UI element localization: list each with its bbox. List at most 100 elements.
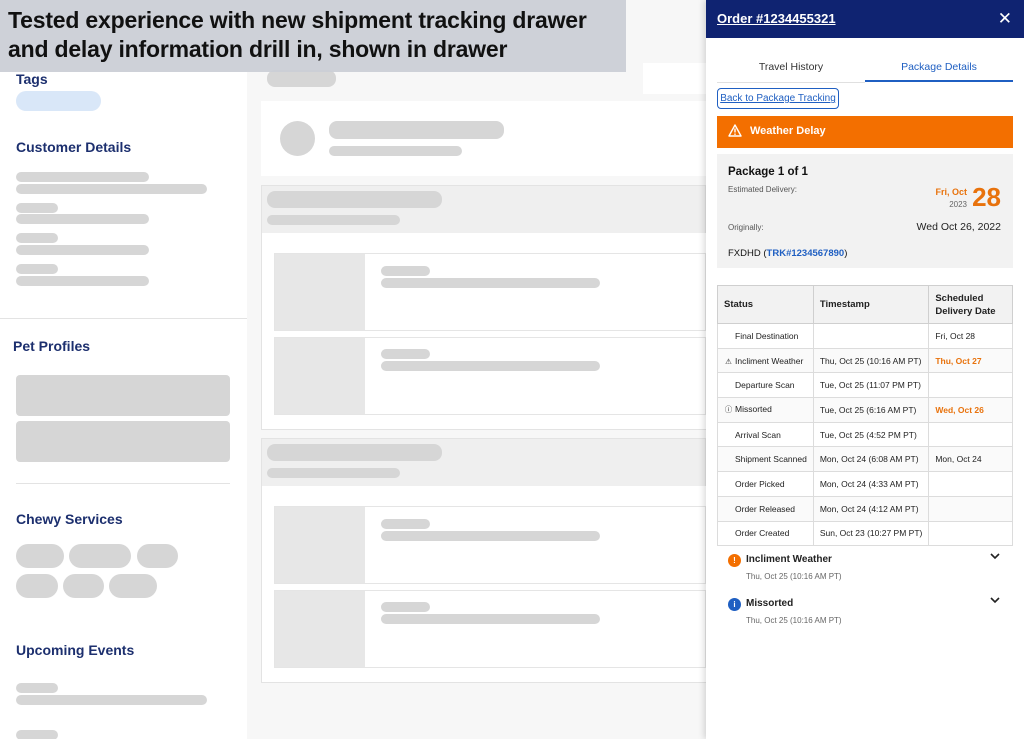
accordion-timestamp: Thu, Oct 25 (10:16 AM PT) (746, 572, 842, 581)
status-cell: Final Destination (717, 323, 814, 349)
timestamp-cell: Sun, Oct 23 (10:27 PM PT) (812, 520, 930, 547)
timestamp-cell: Tue, Oct 25 (4:52 PM PT) (812, 421, 930, 448)
skeleton-line (381, 266, 430, 276)
accordion-title: Incliment Weather (746, 554, 832, 565)
skeleton-line (329, 146, 462, 156)
status-text: Order Released (735, 503, 796, 514)
skeleton-line (381, 531, 600, 541)
item-image-placeholder (275, 254, 365, 330)
weather-delay-alert[interactable]: Weather Delay (717, 116, 1013, 148)
skeleton-line (16, 214, 149, 224)
service-chip-placeholder[interactable] (137, 544, 178, 568)
status-cell: Departure Scan (717, 372, 814, 399)
scheduled-date-cell: Fri, Oct 28 (928, 323, 1013, 349)
customer-details-title: Customer Details (16, 139, 132, 155)
service-chip-placeholder[interactable] (109, 574, 157, 598)
table-row: Order Created Sun, Oct 23 (10:27 PM PT) (717, 520, 1013, 547)
annotation-banner: Tested experience with new shipment trac… (0, 0, 626, 72)
left-sidebar: Tags Customer Details Pet Profiles Chewy… (0, 0, 247, 739)
estimated-delivery-year: 2023 (949, 200, 967, 209)
tags-title: Tags (16, 71, 48, 87)
warning-triangle-icon: ! (728, 554, 741, 567)
column-header-timestamp: Timestamp (812, 285, 930, 324)
skeleton-line (381, 278, 600, 288)
chevron-down-icon[interactable] (990, 596, 1000, 607)
status-cell: Order Released (717, 495, 814, 522)
table-row: ⚠ Incliment Weather Thu, Oct 25 (10:16 AM … (717, 347, 1013, 374)
status-cell: ⓘ Missorted (717, 397, 814, 423)
scheduled-date-cell (928, 520, 1013, 547)
delay-accordion[interactable]: i Missorted Thu, Oct 25 (10:16 AM PT) (728, 596, 1012, 636)
timestamp-cell (812, 323, 930, 349)
service-chip-placeholder[interactable] (63, 574, 104, 598)
tab-package-details[interactable]: Package Details (865, 54, 1013, 82)
item-image-placeholder (275, 591, 365, 667)
drawer-header: Order #1234455321 ✕ (706, 0, 1024, 38)
info-circle-icon: ⓘ (724, 405, 733, 415)
skeleton-line (16, 233, 58, 243)
skeleton-line (16, 730, 58, 739)
chevron-down-icon[interactable] (990, 552, 1000, 563)
status-cell: Shipment Scanned (717, 446, 814, 473)
tag-chip-placeholder (16, 91, 101, 111)
shipment-tracking-drawer: Order #1234455321 ✕ Travel History Packa… (706, 0, 1024, 739)
skeleton-line (16, 276, 149, 286)
pet-profile-card-placeholder[interactable] (16, 421, 230, 462)
tracking-number-link[interactable]: TRK#1234567890 (767, 248, 845, 259)
skeleton-line (16, 184, 207, 194)
table-row: Final Destination Fri, Oct 28 (717, 323, 1013, 349)
timestamp-cell: Thu, Oct 25 (10:16 AM PT) (812, 347, 930, 374)
service-chip-placeholder[interactable] (16, 574, 58, 598)
tab-travel-history[interactable]: Travel History (717, 54, 865, 82)
skeleton-heading (267, 444, 442, 461)
service-chip-placeholder[interactable] (16, 544, 64, 568)
column-header-scheduled-date: Scheduled Delivery Date (928, 285, 1013, 324)
warning-triangle-icon: ⚠ (725, 356, 732, 366)
alert-label: Weather Delay (750, 125, 826, 137)
carrier-code: FXDHD (728, 248, 761, 259)
table-row: Order Picked Mon, Oct 24 (4:33 AM PT) (717, 471, 1013, 497)
estimated-delivery-day: 28 (972, 182, 1001, 212)
timestamp-cell: Mon, Oct 24 (4:12 AM PT) (812, 495, 930, 522)
scheduled-date-cell (928, 471, 1013, 497)
estimated-delivery-label: Estimated Delivery: (728, 185, 797, 194)
scheduled-date-cell: Wed, Oct 26 (928, 397, 1013, 423)
table-row: Order Released Mon, Oct 24 (4:12 AM PT) (717, 495, 1013, 522)
tab-underline (717, 82, 865, 83)
status-text: Departure Scan (735, 380, 795, 391)
status-text: Arrival Scan (735, 429, 781, 440)
status-cell: Order Picked (717, 471, 814, 497)
skeleton-line (16, 203, 58, 213)
chewy-services-title: Chewy Services (16, 511, 123, 527)
carrier-info: FXDHD (TRK#1234567890) (728, 248, 848, 259)
back-to-package-tracking-button[interactable]: Back to Package Tracking (717, 88, 839, 109)
skeleton-line (16, 683, 58, 693)
status-text: Missorted (735, 404, 772, 415)
skeleton-line (16, 172, 149, 182)
status-text: Order Created (735, 528, 790, 539)
status-text: Order Picked (735, 478, 785, 489)
tracking-history-table: Status Timestamp Scheduled Delivery Date… (717, 285, 1013, 547)
column-header-status: Status (717, 285, 814, 324)
skeleton-line (381, 519, 430, 529)
scheduled-date-cell: Thu, Oct 27 (928, 347, 1013, 374)
skeleton-line (16, 695, 207, 705)
table-row: ⓘ Missorted Tue, Oct 25 (6:16 AM PT) Wed, O… (717, 397, 1013, 423)
item-image-placeholder (275, 338, 365, 414)
info-circle-icon: i (728, 598, 741, 611)
service-chip-placeholder[interactable] (69, 544, 131, 568)
skeleton-line (329, 121, 504, 139)
skeleton-line (381, 361, 600, 371)
status-text: Shipment Scanned (735, 454, 807, 465)
table-row: Departure Scan Tue, Oct 25 (11:07 PM PT) (717, 372, 1013, 399)
delay-accordion[interactable]: ! Incliment Weather Thu, Oct 25 (10:16 AM … (728, 552, 1012, 592)
order-number-link[interactable]: Order #1234455321 (717, 11, 836, 26)
skeleton-line (267, 468, 400, 478)
scheduled-date-cell (928, 372, 1013, 399)
status-text: Incliment Weather (735, 355, 804, 366)
skeleton-line (381, 602, 430, 612)
divider (16, 483, 230, 484)
close-icon[interactable]: ✕ (998, 9, 1012, 29)
pet-profile-card-placeholder[interactable] (16, 375, 230, 416)
originally-label: Originally: (728, 223, 764, 232)
